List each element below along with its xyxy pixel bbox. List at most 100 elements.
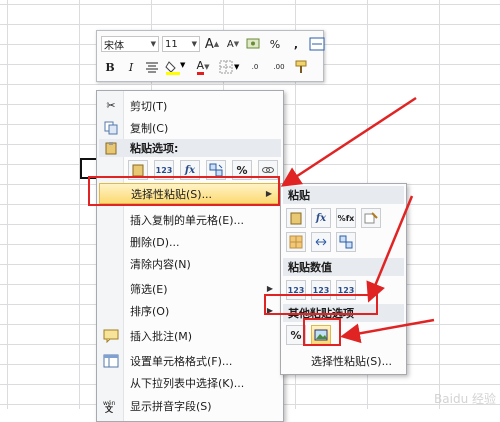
chevron-down-icon: ▼ bbox=[191, 40, 197, 48]
svg-text:▼: ▼ bbox=[234, 63, 240, 71]
menu-item-format-cells[interactable]: 设置单元格格式(F)... bbox=[99, 350, 281, 371]
percent-fx-icon: %fx bbox=[337, 213, 355, 223]
accounting-format-button[interactable] bbox=[245, 35, 263, 53]
menu-item-clear-contents[interactable]: 清除内容(N) bbox=[99, 253, 281, 274]
bold-button[interactable]: B bbox=[101, 58, 119, 76]
paste-icon bbox=[290, 212, 302, 225]
menu-item-label: 清除内容(N) bbox=[130, 257, 191, 271]
comma-icon: , bbox=[293, 37, 299, 51]
svg-text:▼: ▼ bbox=[180, 61, 186, 69]
paste-no-borders-button[interactable] bbox=[286, 232, 306, 252]
paste-icon bbox=[101, 139, 121, 157]
submenu-arrow-icon: ▶ bbox=[266, 284, 273, 293]
menu-item-sort[interactable]: 排序(O) ▶ bbox=[99, 300, 281, 321]
bold-icon: B bbox=[105, 60, 115, 74]
format-cells-icon bbox=[101, 351, 121, 371]
menu-item-label: 排序(O) bbox=[130, 304, 170, 318]
menu-item-show-phonetic[interactable]: wén 文 显示拼音字段(S) bbox=[99, 395, 281, 416]
menu-item-label: 显示拼音字段(S) bbox=[130, 399, 212, 413]
font-color-icon: A bbox=[196, 59, 205, 75]
menu-item-label: 插入批注(M) bbox=[130, 329, 193, 343]
paste-formulas-number-format-button[interactable]: %fx bbox=[336, 208, 356, 228]
annotation-box-paste-special bbox=[88, 176, 280, 206]
percent-format-icon: % bbox=[290, 328, 302, 342]
percent-button[interactable]: % bbox=[266, 35, 284, 53]
shrink-font-button[interactable]: A ▼ bbox=[224, 35, 242, 53]
borders-button[interactable]: ▼ bbox=[218, 58, 242, 76]
paste-buttons-row1: fx %fx bbox=[286, 208, 381, 228]
decrease-decimal-icon: .00 bbox=[273, 63, 285, 71]
paste-transpose-button[interactable] bbox=[336, 232, 356, 252]
percent-icon: % bbox=[269, 37, 281, 51]
paste-formulas-button[interactable]: fx bbox=[311, 208, 331, 228]
link-icon bbox=[262, 167, 274, 173]
italic-icon: I bbox=[128, 60, 134, 74]
menu-item-insert-comment[interactable]: 插入批注(M) bbox=[99, 325, 281, 346]
paste-special-submenu: 粘贴 fx %fx 粘贴数值 123 123 123 其他粘贴选项 % 选择性粘… bbox=[280, 183, 407, 375]
menu-item-pick-from-list[interactable]: 从下拉列表中选择(K)... bbox=[99, 372, 281, 393]
submenu-paste-special-link[interactable]: 选择性粘贴(S)... bbox=[311, 353, 392, 369]
center-align-button[interactable] bbox=[143, 58, 161, 76]
grow-font-icon: A bbox=[204, 36, 214, 52]
merge-cells-button[interactable] bbox=[308, 35, 326, 53]
menu-item-label: 设置单元格格式(F)... bbox=[130, 354, 233, 368]
brush-icon bbox=[364, 212, 378, 224]
paste-column-widths-button[interactable] bbox=[311, 232, 331, 252]
increase-decimal-button[interactable]: .0 bbox=[245, 58, 265, 76]
column-width-icon bbox=[315, 238, 327, 246]
font-name-value: 宋体 bbox=[104, 40, 124, 52]
menu-item-label: 删除(D)... bbox=[130, 235, 180, 249]
menu-item-copy[interactable]: 复制(C) bbox=[99, 117, 281, 138]
paint-bucket-icon: ▼ bbox=[165, 61, 186, 75]
font-name-dropdown[interactable]: 宋体 ▼ bbox=[101, 36, 159, 52]
fx-icon: fx bbox=[184, 164, 196, 176]
menu-item-delete[interactable]: 删除(D)... bbox=[99, 231, 281, 252]
scissors-icon: ✂ bbox=[106, 99, 116, 112]
menu-item-filter[interactable]: 筛选(E) ▶ bbox=[99, 278, 281, 299]
font-size-dropdown[interactable]: 11 ▼ bbox=[162, 36, 200, 52]
transpose-icon bbox=[209, 163, 223, 177]
menu-item-label: 从下拉列表中选择(K)... bbox=[130, 376, 245, 390]
annotation-box-other-options bbox=[264, 294, 378, 315]
menu-item-label: 插入复制的单元格(E)... bbox=[130, 213, 245, 227]
borders-icon: ▼ bbox=[219, 60, 240, 74]
comment-icon bbox=[101, 326, 121, 346]
no-borders-icon bbox=[289, 235, 303, 249]
context-menu: ✂ 剪切(T) 复制(C) 粘贴选项: 123 fx % 选择性粘贴(S)...… bbox=[96, 90, 284, 422]
fill-color-button[interactable]: ▼ bbox=[164, 58, 188, 76]
font-color-button[interactable]: A ▼ bbox=[191, 58, 215, 76]
menu-item-cut[interactable]: ✂ 剪切(T) bbox=[99, 95, 281, 116]
menu-item-insert-copied[interactable]: 插入复制的单元格(E)... bbox=[99, 209, 281, 230]
percent-format-icon: % bbox=[236, 163, 248, 177]
fx-icon: fx bbox=[315, 212, 327, 224]
svg-text:文: 文 bbox=[105, 404, 114, 413]
paste-options-label: 粘贴选项: bbox=[130, 142, 179, 155]
format-painter-button[interactable] bbox=[293, 58, 311, 76]
chevron-down-icon: ▼ bbox=[150, 40, 156, 48]
italic-button[interactable]: I bbox=[122, 58, 140, 76]
menu-item-label: 剪切(T) bbox=[130, 99, 168, 113]
comma-button[interactable]: , bbox=[287, 35, 305, 53]
paste-button[interactable] bbox=[286, 208, 306, 228]
font-size-value: 11 bbox=[165, 38, 178, 50]
phonetic-icon: wén 文 bbox=[101, 396, 121, 416]
transpose-icon bbox=[339, 235, 353, 249]
currency-icon bbox=[246, 38, 260, 49]
paste-options-header: 粘贴选项: bbox=[99, 139, 281, 157]
merge-icon bbox=[309, 37, 325, 51]
align-center-icon bbox=[146, 62, 158, 73]
increase-decimal-icon: .0 bbox=[251, 63, 259, 71]
annotation-box-picture bbox=[303, 318, 341, 346]
grow-font-button[interactable]: A ▲ bbox=[203, 35, 221, 53]
copy-icon bbox=[101, 118, 121, 138]
paste-keep-source-format-button[interactable] bbox=[361, 208, 381, 228]
mini-toolbar: 宋体 ▼ 11 ▼ A ▲ A ▼ % , B I ▼ A ▼ ▼ .0 .00 bbox=[96, 30, 326, 82]
paste-buttons-row2 bbox=[286, 232, 356, 252]
submenu-section-paste: 粘贴 bbox=[283, 186, 404, 204]
decrease-decimal-button[interactable]: .00 bbox=[268, 58, 290, 76]
paste-icon bbox=[132, 164, 144, 177]
watermark: Baidu 经验 bbox=[434, 392, 496, 406]
menu-item-label: 复制(C) bbox=[130, 121, 169, 135]
menu-item-label: 筛选(E) bbox=[130, 282, 168, 296]
values-123-icon: 123 bbox=[155, 165, 173, 175]
